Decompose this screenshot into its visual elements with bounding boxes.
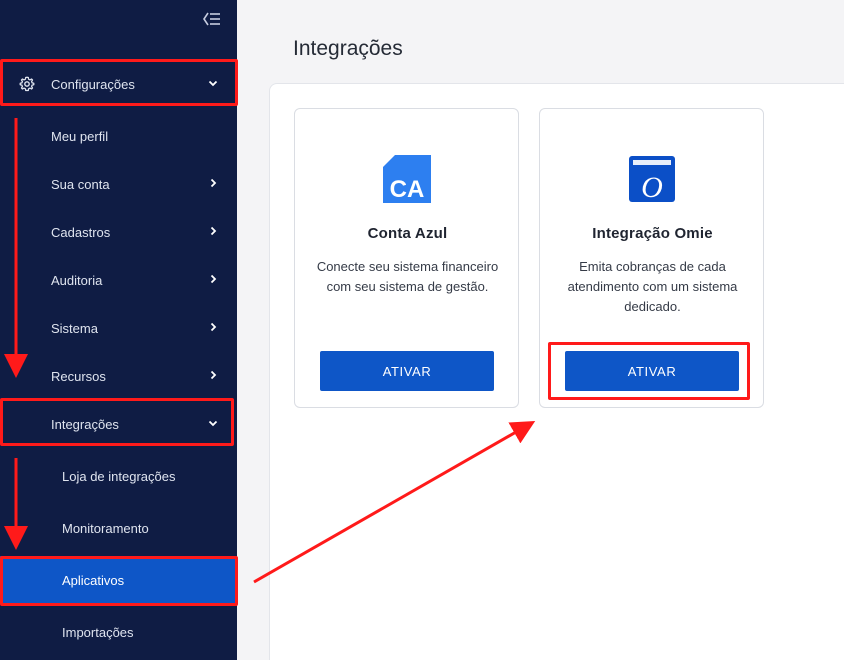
chevron-down-icon	[207, 417, 219, 429]
sidebar-item-sistema[interactable]: Sistema	[0, 304, 237, 352]
sidebar-item-label: Importações	[62, 624, 134, 640]
chevron-right-icon	[207, 369, 219, 381]
chevron-down-icon	[207, 77, 219, 89]
sidebar-item-aplicativos[interactable]: Aplicativos	[0, 556, 237, 604]
chevron-right-icon	[207, 225, 219, 237]
activate-conta-azul-button[interactable]: ATIVAR	[320, 351, 494, 391]
sidebar-item-label: Loja de integrações	[62, 468, 176, 484]
integration-card-omie: O Integração Omie Emita cobranças de cad…	[539, 108, 764, 408]
sidebar: Configurações Meu perfil Sua conta Cadas…	[0, 0, 237, 660]
card-description: Emita cobranças de cada atendimento com …	[567, 259, 738, 314]
integration-card-conta-azul: CA Conta Azul Conecte seu sistema financ…	[294, 108, 519, 408]
sidebar-item-auditoria[interactable]: Auditoria	[0, 256, 237, 304]
sidebar-item-label: Auditoria	[51, 272, 103, 288]
sidebar-item-recursos[interactable]: Recursos	[0, 352, 237, 400]
chevron-right-icon	[207, 177, 219, 189]
sidebar-item-label: Monitoramento	[62, 520, 149, 536]
card-title: Conta Azul	[367, 225, 448, 242]
sidebar-item-importacoes[interactable]: Importações	[0, 608, 237, 656]
card-title: Integração Omie	[592, 225, 713, 242]
collapse-menu-icon[interactable]	[203, 12, 223, 28]
activate-omie-button[interactable]: ATIVAR	[565, 351, 739, 391]
sidebar-item-monitoramento[interactable]: Monitoramento	[0, 504, 237, 552]
sidebar-item-cadastros[interactable]: Cadastros	[0, 208, 237, 256]
logo-text: CA	[390, 176, 425, 203]
sidebar-item-label: Integrações	[51, 416, 119, 432]
page-title: Integrações	[293, 37, 403, 60]
conta-azul-logo-icon: CA	[383, 155, 431, 203]
chevron-right-icon	[207, 273, 219, 285]
sidebar-item-integracoes[interactable]: Integrações	[0, 400, 237, 448]
sidebar-item-sua-conta[interactable]: Sua conta	[0, 160, 237, 208]
sidebar-item-loja-de-integracoes[interactable]: Loja de integrações	[0, 452, 237, 500]
sidebar-item-label: Sistema	[51, 320, 98, 336]
sidebar-item-configuracoes[interactable]: Configurações	[0, 60, 237, 108]
sidebar-item-label: Recursos	[51, 368, 106, 384]
card-description: Conecte seu sistema financeiro com seu s…	[316, 259, 499, 294]
sidebar-item-meu-perfil[interactable]: Meu perfil	[0, 112, 237, 160]
sidebar-item-label: Cadastros	[51, 224, 111, 240]
gear-icon	[19, 76, 35, 92]
chevron-right-icon	[207, 321, 219, 333]
sidebar-item-label: Meu perfil	[51, 128, 109, 144]
omie-logo-icon: O	[629, 156, 675, 204]
sidebar-item-label: Aplicativos	[62, 572, 125, 588]
sidebar-item-label: Sua conta	[51, 176, 110, 192]
logo-text: O	[641, 171, 663, 202]
sidebar-item-label: Configurações	[51, 76, 135, 92]
